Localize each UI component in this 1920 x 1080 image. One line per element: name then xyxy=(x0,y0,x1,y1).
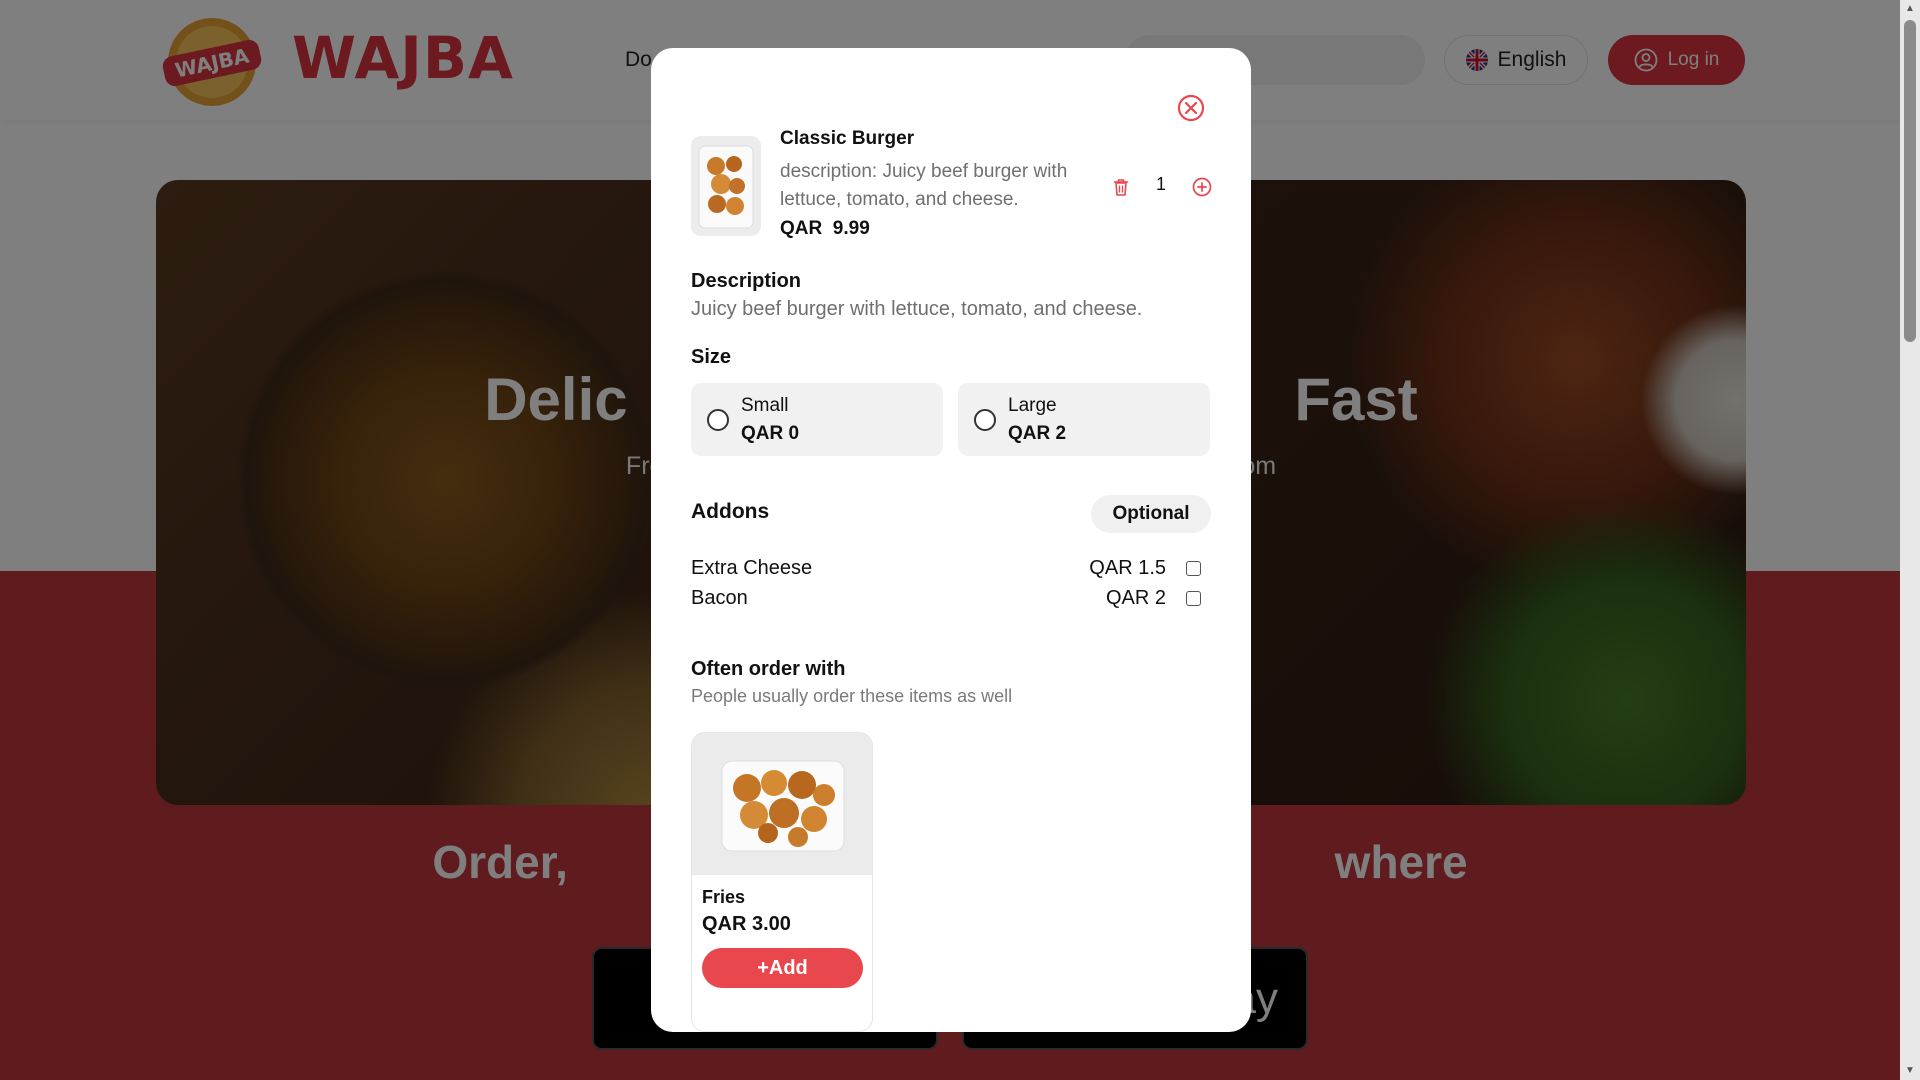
item-description: description: Juicy beef burger with lett… xyxy=(780,161,1068,210)
size-option-price: QAR 2 xyxy=(1008,423,1067,444)
size-small-radio[interactable] xyxy=(707,409,729,431)
addon-checkbox-bacon[interactable] xyxy=(1186,591,1201,606)
size-heading: Size xyxy=(691,346,732,368)
addons-heading: Addons xyxy=(691,500,770,523)
scroll-thumb[interactable] xyxy=(1904,20,1916,342)
quantity-value: 1 xyxy=(1155,174,1166,194)
suggestion-image xyxy=(692,733,872,875)
close-icon[interactable] xyxy=(1176,93,1206,123)
addon-checkbox-extra-cheese[interactable] xyxy=(1186,561,1201,576)
page-scrollbar[interactable]: ▲ ▼ xyxy=(1900,0,1920,1080)
size-option-name: Large xyxy=(1008,395,1057,416)
size-option-price: QAR 0 xyxy=(741,423,800,444)
often-order-subtitle: People usually order these items as well xyxy=(691,686,1013,706)
suggestion-card-fries[interactable]: Fries QAR 3.00 +Add xyxy=(691,732,873,1032)
trash-icon[interactable] xyxy=(1110,176,1132,198)
addon-row-extra-cheese[interactable]: Extra Cheese QAR 1.5 xyxy=(691,557,1211,585)
optional-badge: Optional xyxy=(1091,495,1211,533)
suggestion-price: QAR 3.00 xyxy=(702,913,791,935)
plus-circle-icon[interactable] xyxy=(1191,176,1213,198)
description-text: Juicy beef burger with lettuce, tomato, … xyxy=(691,298,1143,320)
often-order-heading: Often order with xyxy=(691,658,846,680)
size-option-name: Small xyxy=(741,395,789,416)
size-option-small[interactable]: Small QAR 0 xyxy=(691,383,943,456)
addon-name: Extra Cheese xyxy=(691,557,813,579)
size-large-radio[interactable] xyxy=(974,409,996,431)
addon-price: QAR 1.5 xyxy=(1089,557,1166,579)
add-suggestion-button[interactable]: +Add xyxy=(702,948,863,988)
item-thumbnail xyxy=(691,136,761,236)
addon-name: Bacon xyxy=(691,587,748,609)
scroll-up-arrow-icon[interactable]: ▲ xyxy=(1900,0,1920,18)
addon-price: QAR 2 xyxy=(1105,587,1166,609)
scroll-down-arrow-icon[interactable]: ▼ xyxy=(1900,1062,1920,1080)
suggestion-name: Fries xyxy=(702,887,746,907)
size-option-large[interactable]: Large QAR 2 xyxy=(958,383,1210,456)
item-name: Classic Burger xyxy=(780,128,915,149)
item-price: QAR 9.99 xyxy=(780,218,870,239)
description-heading: Description xyxy=(691,270,802,292)
product-modal: Classic Burger description: Juicy beef b… xyxy=(651,48,1251,1032)
addon-row-bacon[interactable]: Bacon QAR 2 xyxy=(691,587,1211,615)
